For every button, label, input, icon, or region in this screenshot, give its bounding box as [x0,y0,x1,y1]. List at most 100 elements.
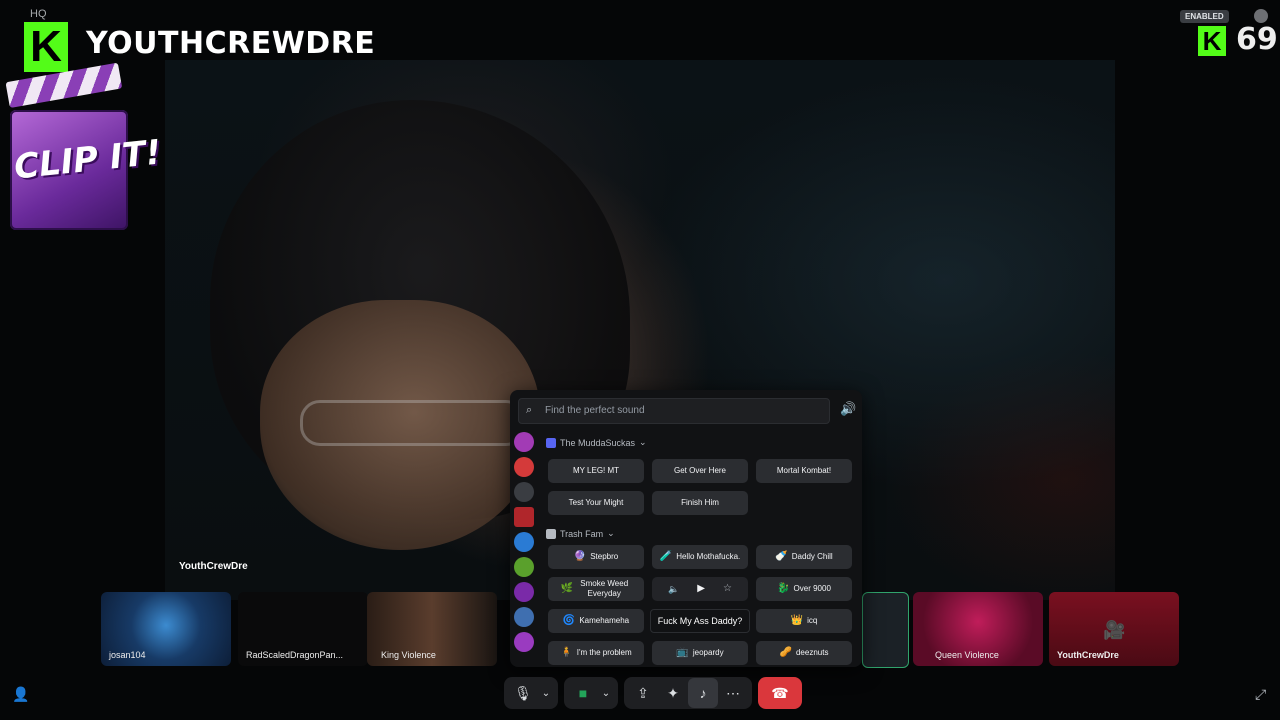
sound-label: deeznuts [795,648,829,658]
activities-icon[interactable]: ✦ [658,678,688,708]
avatar[interactable] [1254,9,1268,23]
category-label: The MuddaSuckas [560,437,636,448]
video-camera-icon[interactable]: ■ [568,678,598,708]
sound-label: Mortal Kombat! [776,466,832,476]
sound-button[interactable]: 👑 icq [756,609,852,633]
participant-tile[interactable]: RadScaledDragonPan... [238,592,368,666]
soundboard-search[interactable]: ⌕ [518,398,830,424]
play-icon[interactable]: ▶ [697,583,705,595]
participant-tile[interactable]: King Violence [367,592,497,666]
chevron-down-icon[interactable]: ⌄ [598,678,614,708]
sound-button[interactable]: Test Your Might [548,491,644,515]
camera-icon: 🎥 [1103,620,1126,640]
sound-label: Kamehameha [579,616,630,626]
sound-emoji: 🧪 [659,551,673,562]
sound-button[interactable]: Get Over Here [652,459,748,483]
participant-tile[interactable] [862,592,909,668]
sound-button[interactable]: 🥜 deeznuts [756,641,852,665]
speaker-icon[interactable]: 🔈 [668,584,679,595]
enabled-badge: ENABLED [1180,10,1229,23]
participant-tile[interactable]: Queen Violence [913,592,1043,666]
sound-button[interactable]: MY LEG! MT [548,459,644,483]
sound-button[interactable]: 🐉 Over 9000 [756,577,852,601]
server-icon[interactable] [514,532,534,552]
participant-tile[interactable]: 🎥 YouthCrewDre [1049,592,1179,666]
sound-emoji: 🌿 [560,583,574,594]
screen-share-icon[interactable]: ⇪ [628,678,658,708]
sound-emoji: 👑 [790,615,804,626]
server-icon[interactable] [514,557,534,577]
soundboard-icon[interactable]: ♪ [688,678,718,708]
microphone-icon[interactable]: 🎙 [508,678,538,708]
participant-name: josan104 [109,650,146,660]
sound-button[interactable]: Finish Him [652,491,748,515]
chevron-down-icon[interactable]: ⌄ [538,678,554,708]
mic-group: 🎙 ⌄ [504,677,558,709]
participant-name: YouthCrewDre [1057,650,1119,660]
sound-label: I'm the problem [576,648,632,658]
sound-label: Test Your Might [568,498,624,508]
viewer-count: 69 [1236,22,1278,57]
sound-label: Finish Him [681,498,719,508]
fullscreen-icon[interactable]: ⤢ [1255,686,1266,703]
soundboard-popup: ⌕ 🔊 The MuddaSuckas ⌄ MY LEG! MT Get Ove… [510,390,862,667]
server-icon[interactable] [514,457,534,477]
category-icon [546,528,556,539]
sound-button[interactable]: 🧪 Hello Mothafucka. [652,545,748,569]
search-icon: ⌕ [526,404,533,416]
sound-emoji: 🌀 [562,615,576,626]
sound-label: Smoke Weed Everyday [580,579,629,598]
sound-button[interactable]: 🧍 I'm the problem [548,641,644,665]
sound-emoji: 🧍 [560,647,573,658]
participant-name: King Violence [381,650,436,660]
server-label: HQ [30,8,47,20]
sound-label: Stepbro [590,552,619,562]
volume-icon[interactable]: 🔊 [840,401,856,417]
server-icon[interactable] [514,507,534,527]
category-muddasuckas[interactable]: The MuddaSuckas ⌄ [546,437,647,448]
call-controls: 🎙 ⌄ ■ ⌄ ⇪ ✦ ♪ ⋯ ☎ [504,676,802,710]
search-input[interactable] [543,404,817,417]
sound-button[interactable]: 🍼 Daddy Chill [756,545,852,569]
server-icon[interactable] [514,632,534,652]
sound-emoji: 📺 [676,647,689,658]
star-icon[interactable]: ☆ [723,583,732,595]
participant-name: RadScaledDragonPan... [246,650,344,660]
server-icon[interactable] [514,582,534,602]
streamer-glasses [300,400,526,446]
sound-label: Over 9000 [793,584,831,594]
participant-tile[interactable]: josan104 [101,592,231,666]
category-icon [546,437,556,448]
sound-emoji: 🍼 [775,551,788,562]
server-icon[interactable] [514,607,534,627]
kick-logo-small: K [1198,26,1226,56]
category-label: Trash Fam [560,528,604,539]
more-icon[interactable]: ⋯ [718,678,748,708]
sound-label: icq [807,616,818,626]
sound-button-hovered[interactable]: 🔈 ▶ ☆ [652,577,748,601]
sound-tooltip: Fuck My Ass Daddy? [650,609,750,633]
phone-icon: ☎ [771,684,789,701]
server-icon[interactable] [514,432,534,452]
sound-button[interactable]: 📺 jeopardy [652,641,748,665]
sound-button[interactable]: 🌀 Kamehameha [548,609,644,633]
sound-label: jeopardy [692,648,724,658]
streamer-name-label: YouthCrewDre [179,561,248,572]
category-trash-fam[interactable]: Trash Fam ⌄ [546,528,615,539]
sound-button[interactable]: 🔮 Stepbro [548,545,644,569]
hang-up-button[interactable]: ☎ [758,677,802,709]
sound-button[interactable]: 🌿 Smoke Weed Everyday [548,577,644,601]
sound-emoji: 🔮 [573,551,587,562]
server-rail [514,432,536,657]
server-icon[interactable] [514,482,534,502]
sound-label: Daddy Chill [791,552,833,562]
sound-label: Hello Mothafucka. [676,552,741,562]
add-user-icon[interactable]: 👤 [12,686,29,703]
sound-label: MY LEG! MT [572,466,620,476]
channel-name: YOUTHCREWDRE [86,26,376,61]
sound-emoji: 🐉 [777,583,790,594]
camera-group: ■ ⌄ [564,677,618,709]
participant-name: Queen Violence [935,650,999,660]
chevron-down-icon: ⌄ [607,528,615,538]
sound-button[interactable]: Mortal Kombat! [756,459,852,483]
